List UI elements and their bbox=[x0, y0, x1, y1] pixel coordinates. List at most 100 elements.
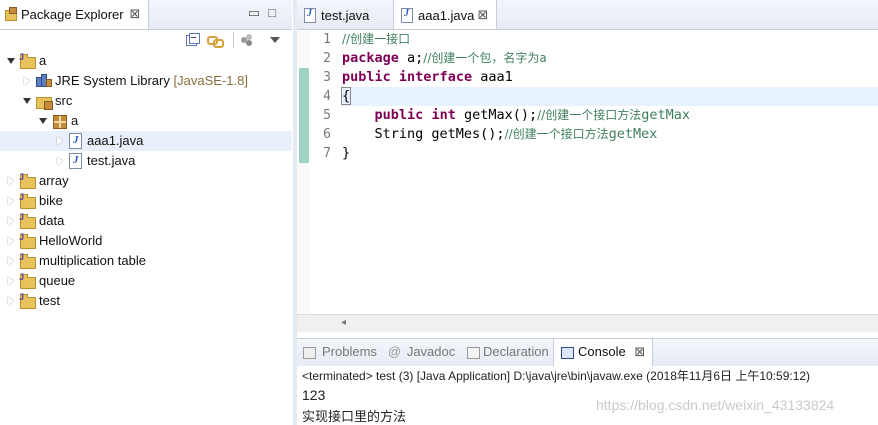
java-project-icon: J bbox=[19, 253, 36, 269]
keyword: public bbox=[374, 107, 424, 123]
line-number: 5 bbox=[323, 108, 331, 123]
tree-label: bike bbox=[39, 193, 63, 208]
tab-test-java[interactable]: J test.java bbox=[297, 0, 392, 29]
tab-package-explorer[interactable]: Package Explorer ⊠ bbox=[0, 0, 149, 29]
package-explorer-view: Package Explorer ⊠ ▭ □ J a JRE System Li… bbox=[0, 0, 292, 425]
line-number: 7 bbox=[323, 146, 331, 161]
tab-javadoc[interactable]: @ Javadoc bbox=[388, 344, 455, 359]
collapsed-arrow-icon[interactable] bbox=[8, 237, 14, 245]
tab-label: Javadoc bbox=[406, 344, 456, 359]
console-tabbar: Problems @ Javadoc Declaration Console ⊠ bbox=[297, 338, 878, 368]
tree-item-project-data[interactable]: J data bbox=[0, 211, 292, 231]
keyword: package bbox=[342, 50, 399, 66]
code-editor[interactable]: 1 2 3 4 5 6 7 //创建一接口 package a;//创建一个包，… bbox=[297, 30, 878, 315]
tree-item-project-bike[interactable]: J bike bbox=[0, 191, 292, 211]
code-line-2: package a;//创建一个包，名字为a bbox=[342, 49, 547, 68]
console-status: <terminated> test (3) [Java Application]… bbox=[302, 369, 811, 383]
collapsed-arrow-icon[interactable] bbox=[57, 157, 63, 165]
maximize-icon[interactable]: □ bbox=[265, 6, 279, 20]
tree-item-project-queue[interactable]: J queue bbox=[0, 271, 292, 291]
package-explorer-tabbar: Package Explorer ⊠ ▭ □ bbox=[0, 0, 292, 30]
collapsed-arrow-icon[interactable] bbox=[8, 297, 14, 305]
java-interface-file-icon: J bbox=[67, 133, 83, 149]
problems-icon bbox=[303, 347, 316, 359]
view-menu-icon[interactable] bbox=[270, 37, 280, 43]
jre-decoration: [JavaSE-1.8] bbox=[173, 73, 248, 88]
package-explorer-icon bbox=[5, 7, 17, 21]
keyword: interface bbox=[398, 69, 473, 85]
matching-bracket: { bbox=[340, 87, 352, 105]
line-number: 2 bbox=[323, 51, 331, 66]
tree-item-test-java[interactable]: J test.java bbox=[0, 151, 292, 171]
tree-item-aaa1-java[interactable]: J aaa1.java bbox=[0, 131, 292, 151]
code-text: String getMes(); bbox=[374, 126, 505, 142]
package-icon bbox=[51, 113, 67, 129]
collapse-all-icon[interactable] bbox=[186, 33, 200, 47]
code-line-1: //创建一接口 bbox=[342, 30, 410, 49]
tree-label: multiplication table bbox=[39, 253, 146, 268]
tree-item-project-multiplication-table[interactable]: J multiplication table bbox=[0, 251, 292, 271]
tree-item-project-test[interactable]: J test bbox=[0, 291, 292, 311]
tree-item-project-array[interactable]: J array bbox=[0, 171, 292, 191]
line-number: 4 bbox=[323, 89, 331, 104]
focus-icon[interactable] bbox=[240, 33, 254, 47]
collapsed-arrow-icon[interactable] bbox=[8, 177, 14, 185]
tree-item-project-helloworld[interactable]: J HelloWorld bbox=[0, 231, 292, 251]
tree-label: src bbox=[55, 93, 73, 108]
line-number: 6 bbox=[323, 127, 331, 142]
minimize-icon[interactable]: ▭ bbox=[247, 6, 261, 20]
console-output-line: 123 bbox=[302, 387, 326, 403]
tab-console[interactable]: Console ⊠ bbox=[561, 344, 645, 360]
collapsed-arrow-icon[interactable] bbox=[8, 197, 14, 205]
tree-label: a bbox=[39, 53, 47, 68]
declaration-icon bbox=[467, 347, 480, 359]
tree-label: data bbox=[39, 213, 65, 228]
java-project-icon: J bbox=[19, 293, 36, 309]
tree-label: array bbox=[39, 173, 69, 188]
tab-declaration[interactable]: Declaration bbox=[467, 344, 549, 359]
close-tab-icon[interactable]: ⊠ bbox=[128, 7, 142, 21]
java-project-icon: J bbox=[19, 173, 36, 189]
tab-problems[interactable]: Problems bbox=[303, 344, 377, 359]
tree-item-package-a[interactable]: a bbox=[0, 111, 292, 131]
tab-aaa1-java[interactable]: J aaa1.java ⊠ bbox=[393, 0, 497, 29]
tree-item-project-a[interactable]: J a bbox=[0, 51, 292, 71]
expanded-arrow-icon[interactable] bbox=[39, 118, 47, 124]
collapsed-arrow-icon[interactable] bbox=[8, 277, 14, 285]
comment: //创建一个包，名字为a bbox=[423, 51, 547, 65]
change-marker bbox=[299, 68, 309, 163]
line-number: 1 bbox=[323, 32, 331, 47]
scroll-left-icon[interactable]: ◂ bbox=[341, 317, 346, 328]
console-output-line: 实现接口里的方法 bbox=[302, 409, 407, 424]
code-text: aaa1 bbox=[472, 69, 513, 85]
java-interface-file-icon: J bbox=[401, 8, 413, 23]
link-with-editor-icon[interactable] bbox=[207, 33, 224, 48]
collapsed-arrow-icon[interactable] bbox=[8, 217, 14, 225]
code-line-3: public interface aaa1 bbox=[342, 68, 513, 87]
code-text: } bbox=[342, 145, 351, 161]
tree-label: test bbox=[39, 293, 60, 308]
toolbar-separator bbox=[233, 32, 234, 48]
java-project-icon: J bbox=[19, 193, 36, 209]
collapsed-arrow-icon[interactable] bbox=[57, 137, 63, 145]
java-file-icon: J bbox=[304, 8, 316, 23]
code-text: getMax(); bbox=[455, 107, 538, 123]
close-tab-icon[interactable]: ⊠ bbox=[476, 8, 490, 22]
horizontal-scrollbar[interactable]: ◂ bbox=[297, 314, 878, 332]
tab-label: test.java bbox=[321, 8, 370, 23]
tree-item-jre-library[interactable]: JRE System Library [JavaSE-1.8] bbox=[0, 71, 292, 91]
console-output[interactable]: <terminated> test (3) [Java Application]… bbox=[297, 366, 878, 425]
code-text: a; bbox=[398, 50, 424, 66]
tree-label: queue bbox=[39, 273, 76, 288]
tree-item-src[interactable]: src bbox=[0, 91, 292, 111]
tree-label: test.java bbox=[87, 153, 136, 168]
collapsed-arrow-icon[interactable] bbox=[8, 257, 14, 265]
expanded-arrow-icon[interactable] bbox=[23, 98, 31, 104]
watermark: https://blog.csdn.net/weixin_43133824 bbox=[596, 397, 835, 413]
quick-diff-ruler bbox=[297, 30, 309, 315]
code-line-7: } bbox=[342, 144, 350, 163]
close-tab-icon[interactable]: ⊠ bbox=[629, 344, 645, 359]
expanded-arrow-icon[interactable] bbox=[7, 58, 15, 64]
collapsed-arrow-icon[interactable] bbox=[24, 77, 30, 85]
library-icon bbox=[35, 73, 52, 89]
